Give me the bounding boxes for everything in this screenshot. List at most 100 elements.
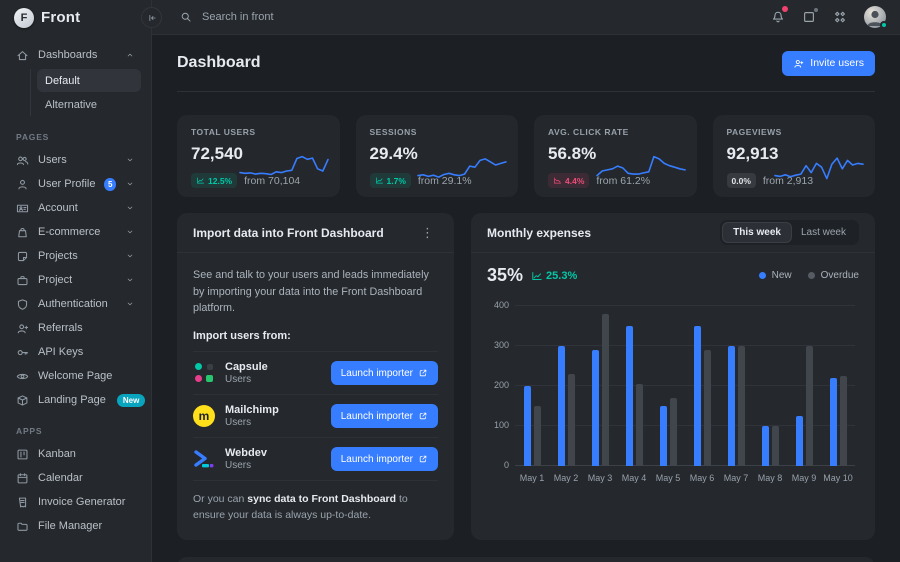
sidebar-item-label: E-commerce [38, 226, 100, 238]
toggle-this-week[interactable]: This week [723, 223, 791, 242]
stat-card-pageviews[interactable]: Pageviews92,9130.0%from 2,913 [713, 115, 876, 197]
bar-overdue[interactable] [670, 398, 677, 466]
mailchimp-logo-icon: m [193, 405, 215, 427]
activity-button[interactable] [802, 10, 816, 24]
bar-new[interactable] [796, 416, 803, 466]
bar-overdue[interactable] [840, 376, 847, 466]
y-axis-tick: 100 [487, 420, 509, 430]
sidebar-item-invoice-generator[interactable]: Invoice Generator [8, 490, 143, 514]
bar-overdue[interactable] [738, 346, 745, 466]
import-row-capsule: CapsuleUsersLaunch importer [193, 352, 438, 395]
sidebar-subitem-default[interactable]: Default [37, 69, 141, 92]
x-axis-label: May 9 [787, 473, 821, 483]
sidebar-item-welcome-page[interactable]: Welcome Page [8, 364, 143, 388]
user-avatar[interactable] [864, 6, 886, 28]
launch-importer-button[interactable]: Launch importer [331, 447, 438, 471]
kebab-menu-icon[interactable]: ⋮ [417, 224, 438, 241]
sidebar-collapse-button[interactable] [141, 7, 162, 28]
key-icon [16, 346, 29, 359]
integration-name: Mailchimp [225, 404, 321, 416]
sidebar-item-kanban[interactable]: Kanban [8, 442, 143, 466]
sidebar-item-api-keys[interactable]: API Keys [8, 340, 143, 364]
x-axis-label: May 10 [821, 473, 855, 483]
chart-legend: New Overdue [759, 270, 859, 281]
sidebar-item-referrals[interactable]: Referrals [8, 316, 143, 340]
bar-new[interactable] [660, 406, 667, 466]
bar-overdue[interactable] [704, 350, 711, 466]
y-axis-tick: 200 [487, 380, 509, 390]
bar-chart: 0100200300400 May 1May 2May 3May 4May 5M… [487, 306, 859, 483]
bar-new[interactable] [558, 346, 565, 466]
global-search[interactable] [180, 11, 771, 23]
sidebar-item-calendar[interactable]: Calendar [8, 466, 143, 490]
notifications-button[interactable] [771, 10, 785, 24]
stat-card-sessions[interactable]: Sessions29.4%1.7%from 29.1% [356, 115, 519, 197]
bar-new[interactable] [762, 426, 769, 466]
sidebar-item-label: Projects [38, 250, 78, 262]
sidebar-item-dashboards[interactable]: Dashboards [8, 43, 143, 67]
global-search-input[interactable] [202, 11, 402, 23]
brand-name: Front [41, 9, 80, 26]
bar-slots [515, 306, 855, 466]
sidebar-item-file-manager[interactable]: File Manager [8, 514, 143, 538]
bar-group-may-4 [617, 306, 651, 466]
sidebar-item-e-commerce[interactable]: E-commerce [8, 220, 143, 244]
import-footer-link[interactable]: sync data to Front Dashboard [247, 493, 396, 505]
sidebar-item-user-profile[interactable]: User Profile5 [8, 172, 143, 196]
sidebar-item-project[interactable]: Project [8, 268, 143, 292]
sidebar-item-label: File Manager [38, 520, 102, 532]
bar-overdue[interactable] [806, 346, 813, 466]
bar-new[interactable] [626, 326, 633, 466]
sidebar-item-users[interactable]: Users [8, 148, 143, 172]
collapse-left-icon [147, 13, 157, 23]
chart-up-icon [196, 176, 205, 185]
main-column: Dashboard Invite users Total users72,540… [152, 0, 900, 562]
chart-up-icon [531, 270, 543, 282]
sidebar-subitem-alternative[interactable]: Alternative [37, 93, 141, 116]
bar-new[interactable] [694, 326, 701, 466]
bar-overdue[interactable] [568, 374, 575, 466]
search-icon [180, 11, 192, 23]
chevron-up-icon [125, 50, 135, 60]
bar-new[interactable] [524, 386, 531, 466]
brand[interactable]: F Front [0, 0, 151, 35]
bar-new[interactable] [830, 378, 837, 466]
bar-overdue[interactable] [534, 406, 541, 466]
bar-new[interactable] [592, 350, 599, 466]
calendar-icon [16, 472, 29, 485]
integration-sub: Users [225, 460, 321, 471]
legend-item-new[interactable]: New [759, 270, 792, 281]
expenses-card-body: 35% 25.3% NewOverdue 0100200300400 May 1… [471, 253, 875, 540]
sidebar-item-authentication[interactable]: Authentication [8, 292, 143, 316]
legend-item-overdue[interactable]: Overdue [808, 270, 859, 281]
sidebar-item-label: Referrals [38, 322, 83, 334]
invite-users-button[interactable]: Invite users [782, 51, 875, 76]
sidebar-item-projects[interactable]: Projects [8, 244, 143, 268]
bar-overdue[interactable] [636, 384, 643, 466]
launch-importer-button[interactable]: Launch importer [331, 404, 438, 428]
stat-delta-badge: 12.5% [191, 173, 237, 188]
chevron-down-icon [125, 155, 135, 165]
bar-overdue[interactable] [602, 314, 609, 466]
import-subtitle: Import users from: [193, 330, 438, 342]
sidebar-item-label: Calendar [38, 472, 83, 484]
apps-button[interactable] [833, 10, 847, 24]
sidebar-item-landing-page[interactable]: Landing PageNew [8, 388, 143, 412]
sidebar-item-account[interactable]: Account [8, 196, 143, 220]
stat-card-total-users[interactable]: Total users72,54012.5%from 70,104 [177, 115, 340, 197]
expenses-card-header: Monthly expenses This weekLast week [471, 213, 875, 253]
sparkline-chart [238, 145, 330, 189]
window-icon [802, 10, 816, 24]
box-icon [16, 394, 29, 407]
window-dot [814, 8, 818, 12]
toggle-last-week[interactable]: Last week [791, 223, 856, 242]
stat-card-avg-click-rate[interactable]: Avg. click rate56.8%4.4%from 61.2% [534, 115, 697, 197]
stat-delta-value: 0.0% [732, 176, 751, 186]
chart-plot: 0100200300400 [515, 306, 855, 466]
bar-overdue[interactable] [772, 426, 779, 466]
sidebar-item-label: Project [38, 274, 72, 286]
launch-importer-button[interactable]: Launch importer [331, 361, 438, 385]
x-axis-label: May 6 [685, 473, 719, 483]
bar-new[interactable] [728, 346, 735, 466]
import-description: See and talk to your users and leads imm… [193, 267, 438, 317]
